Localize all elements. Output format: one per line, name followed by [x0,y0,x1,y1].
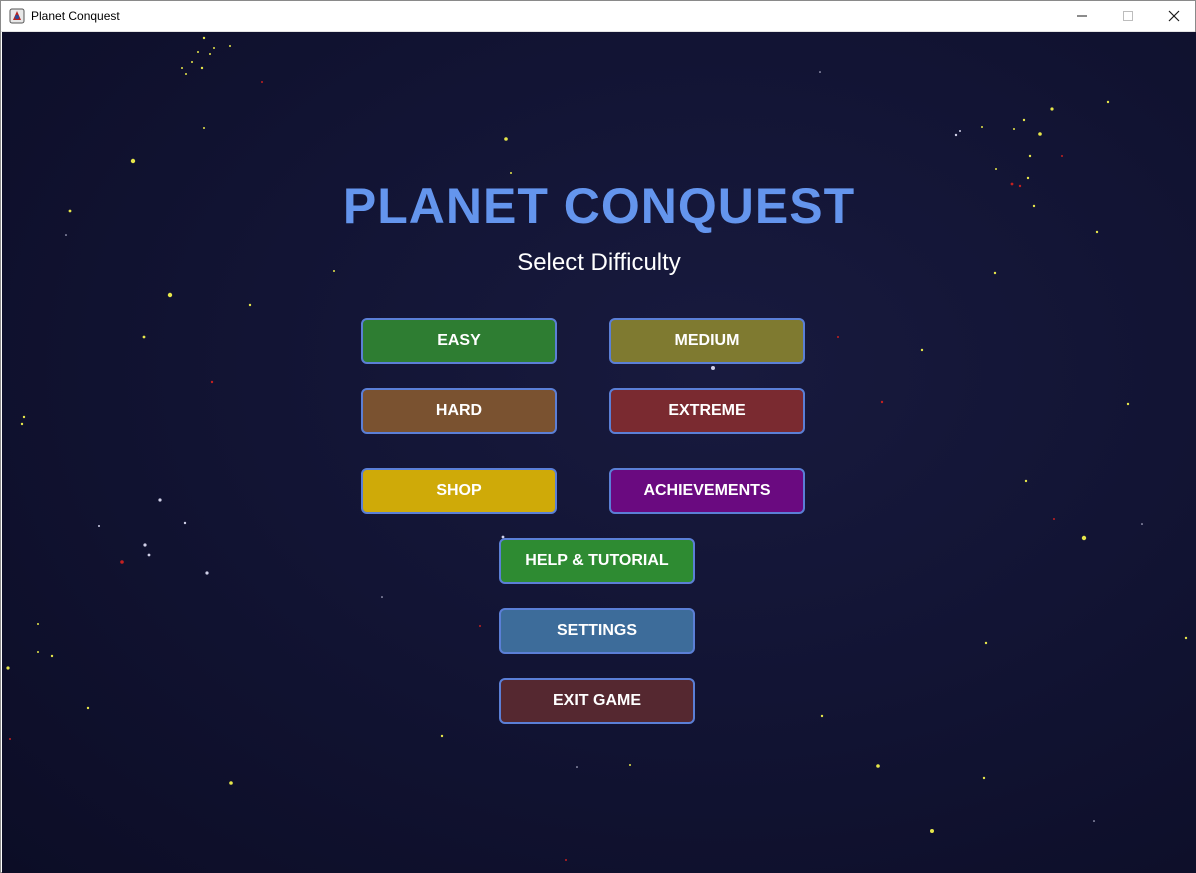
hard-button[interactable]: HARD [361,388,557,434]
shop-button[interactable]: SHOP [361,468,557,514]
title-bar[interactable]: Planet Conquest [1,1,1195,32]
easy-button[interactable]: EASY [361,318,557,364]
window-title: Planet Conquest [31,9,120,23]
starfield [6,36,1188,861]
maximize-icon [1123,11,1133,21]
maximize-button[interactable] [1105,1,1151,31]
difficulty-subtitle: Select Difficulty [517,249,681,276]
minimize-icon [1077,15,1087,17]
medium-button[interactable]: MEDIUM [609,318,805,364]
minimize-button[interactable] [1059,1,1105,31]
help-tutorial-button[interactable]: HELP & TUTORIAL [499,538,695,584]
close-button[interactable] [1151,1,1196,31]
exit-game-button[interactable]: EXIT GAME [499,678,695,724]
settings-button[interactable]: SETTINGS [499,608,695,654]
app-icon [9,8,25,24]
close-icon [1168,10,1180,22]
extreme-button[interactable]: EXTREME [609,388,805,434]
achievements-button[interactable]: ACHIEVEMENTS [609,468,805,514]
game-canvas[interactable]: PLANET CONQUEST Select Difficulty EASY M… [2,32,1196,873]
game-title: PLANET CONQUEST [342,178,856,234]
app-window: Planet Conquest PLANET CONQUEST Select D… [0,0,1196,873]
